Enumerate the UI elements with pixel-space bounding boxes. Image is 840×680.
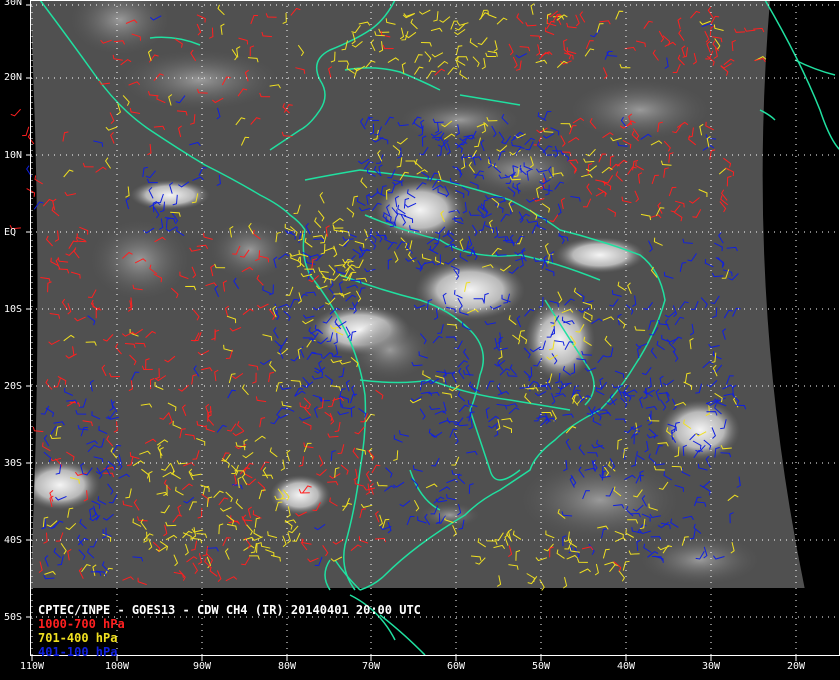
map-title: CPTEC/INPE - GOES13 - CDW CH4 (IR) 20140…: [38, 603, 421, 617]
lon-label-100w: 100W: [104, 661, 130, 672]
cloud-mass: [520, 460, 680, 540]
cloud-mass: [570, 80, 710, 140]
lon-label-40w: 40W: [616, 661, 636, 672]
cloud-mass: [415, 260, 525, 320]
lon-label-50w: 50W: [531, 661, 551, 672]
wind-barb: [22, 126, 30, 137]
legend-item-mid-level: 701-400 hPa: [38, 631, 118, 645]
wind-barb: [10, 108, 21, 117]
lat-label-30n: 30N: [4, 0, 23, 8]
lon-label-110w: 110W: [19, 661, 45, 672]
cloud-mass: [375, 180, 465, 240]
legend: CPTEC/INPE - GOES13 - CDW CH4 (IR) 20140…: [38, 603, 421, 659]
lon-label-20w: 20W: [786, 661, 806, 672]
lon-label-60w: 60W: [446, 661, 466, 672]
lat-label-20s: 20S: [4, 381, 23, 392]
cloud-mass: [400, 100, 520, 140]
cloud-mass: [640, 535, 760, 585]
lat-label-30s: 30S: [4, 458, 23, 469]
wind-barb: [27, 133, 35, 145]
satellite-wind-map: 30N 20N 10N EQ 10S 20S 30S 40S 50S 110W …: [0, 0, 840, 680]
lat-label-20n: 20N: [4, 72, 23, 83]
lat-label-40s: 40S: [4, 535, 23, 546]
legend-item-low-level: 1000-700 hPa: [38, 617, 125, 631]
legend-item-high-level: 401-100 hPa: [38, 645, 118, 659]
lat-label-eq: EQ: [4, 227, 17, 238]
cloud-mass: [120, 50, 280, 110]
lat-label-50s: 50S: [4, 612, 23, 623]
lon-label-80w: 80W: [277, 661, 297, 672]
lat-label-10n: 10N: [4, 150, 23, 161]
map-canvas: [9, 0, 840, 661]
lat-label-10s: 10S: [4, 304, 23, 315]
lon-label-30w: 30W: [701, 661, 721, 672]
cloud-mass: [350, 320, 430, 380]
lon-label-90w: 90W: [192, 661, 212, 672]
cloud-mass: [270, 475, 330, 515]
lon-label-70w: 70W: [361, 661, 381, 672]
